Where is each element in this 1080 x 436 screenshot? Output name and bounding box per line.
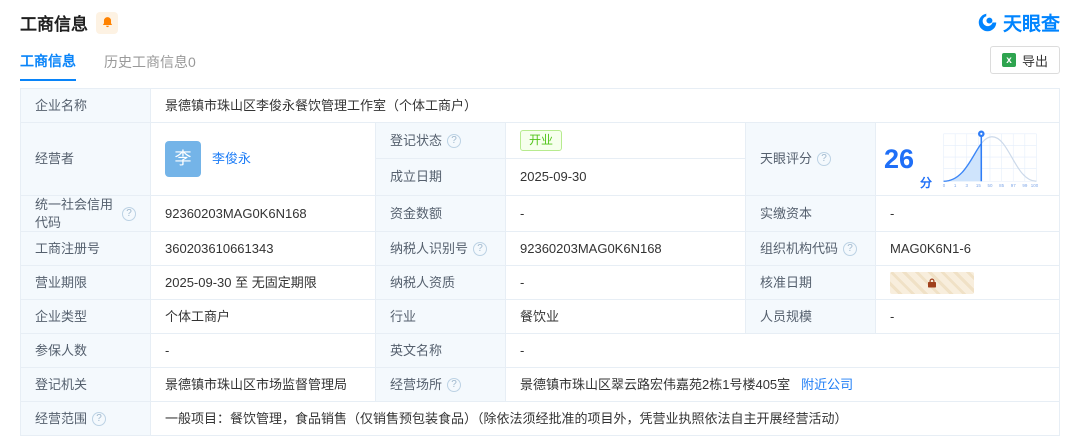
field-label-taxpayer-qualification: 纳税人资质 <box>376 266 506 300</box>
field-label-business-site: 经营场所 ? <box>376 368 506 402</box>
field-value-paid-capital: - <box>876 196 1060 232</box>
status-subtable: 登记状态 ? 开业 成立日期 2025-09-30 <box>376 123 746 196</box>
field-value-capital-amount: - <box>506 196 746 232</box>
svg-text:85: 85 <box>999 183 1004 188</box>
field-label-reg-number: 工商注册号 <box>21 232 151 266</box>
field-value-taxpayer-qualification: - <box>506 266 746 300</box>
field-value-reg-status: 开业 <box>506 123 745 159</box>
field-value-approval-date <box>876 266 1060 300</box>
field-value-staff-size: - <box>876 300 1060 334</box>
tab-business-info[interactable]: 工商信息 <box>20 41 76 81</box>
export-button-label: 导出 <box>1022 51 1048 70</box>
svg-text:97: 97 <box>1011 183 1016 188</box>
operator-name-link[interactable]: 李俊永 <box>212 150 251 168</box>
svg-text:1: 1 <box>954 183 957 188</box>
business-info-table: 企业名称 景德镇市珠山区李俊永餐饮管理工作室（个体工商户） 经营者 李 李俊永 … <box>20 88 1060 436</box>
status-badge: 开业 <box>520 130 562 150</box>
field-label-staff-size: 人员规模 <box>746 300 876 334</box>
operator-avatar[interactable]: 李 <box>165 141 201 177</box>
svg-text:15: 15 <box>976 183 981 188</box>
field-label-company-name: 企业名称 <box>21 89 151 123</box>
field-label-taxpayer-id: 纳税人识别号 ? <box>376 232 506 266</box>
help-icon[interactable]: ? <box>122 207 136 221</box>
field-value-operator: 李 李俊永 <box>151 123 376 196</box>
field-value-org-code: MAG0K6N1-6 <box>876 232 1060 266</box>
field-label-establish-date: 成立日期 <box>376 159 506 195</box>
locked-value[interactable] <box>890 272 974 294</box>
field-value-business-term: 2025-09-30 至 无固定期限 <box>151 266 376 300</box>
svg-text:100: 100 <box>1031 183 1039 188</box>
field-label-english-name: 英文名称 <box>376 334 506 368</box>
svg-text:0: 0 <box>943 183 946 188</box>
export-button[interactable]: x 导出 <box>990 46 1060 74</box>
field-value-credit-code: 92360203MAG0K6N168 <box>151 196 376 232</box>
help-icon[interactable]: ? <box>92 412 106 426</box>
field-value-reg-authority: 景德镇市珠山区市场监督管理局 <box>151 368 376 402</box>
svg-text:3: 3 <box>966 183 969 188</box>
field-label-business-scope: 经营范围 ? <box>21 402 151 436</box>
field-value-reg-number: 360203610661343 <box>151 232 376 266</box>
tianyancha-logo-text: 天眼查 <box>1003 9 1060 36</box>
field-value-taxpayer-id: 92360203MAG0K6N168 <box>506 232 746 266</box>
field-value-business-site: 景德镇市珠山区翠云路宏伟嘉苑2栋1号楼405室 附近公司 <box>506 368 1060 402</box>
field-value-establish-date: 2025-09-30 <box>506 159 745 195</box>
field-label-org-code: 组织机构代码 ? <box>746 232 876 266</box>
help-icon[interactable]: ? <box>473 242 487 256</box>
field-label-operator: 经营者 <box>21 123 151 196</box>
score-unit: 分 <box>920 175 932 191</box>
field-label-insured-count: 参保人数 <box>21 334 151 368</box>
tianyancha-logo-icon <box>977 12 998 33</box>
help-icon[interactable]: ? <box>447 378 461 392</box>
field-label-paid-capital: 实缴资本 <box>746 196 876 232</box>
score-distribution-chart: 0 1 3 15 50 85 97 99 100 <box>940 129 1040 189</box>
score-value: 26 <box>884 146 914 173</box>
monitor-bell-icon[interactable] <box>96 12 118 34</box>
help-icon[interactable]: ? <box>447 134 461 148</box>
field-label-reg-status: 登记状态 ? <box>376 123 506 159</box>
field-value-insured-count: - <box>151 334 376 368</box>
tab-history-business-info[interactable]: 历史工商信息0 <box>104 42 196 80</box>
svg-text:99: 99 <box>1022 183 1027 188</box>
page-title: 工商信息 <box>20 10 88 35</box>
tianyan-score-cell: 26 分 0 1 3 15 <box>876 123 1060 196</box>
field-label-approval-date: 核准日期 <box>746 266 876 300</box>
field-value-english-name: - <box>506 334 1060 368</box>
section-header: 工商信息 天眼查 <box>0 0 1080 36</box>
field-label-company-type: 企业类型 <box>21 300 151 334</box>
field-label-credit-code: 统一社会信用代码 ? <box>21 196 151 232</box>
excel-icon: x <box>1002 53 1016 67</box>
svg-text:50: 50 <box>988 183 993 188</box>
field-label-reg-authority: 登记机关 <box>21 368 151 402</box>
field-label-tianyan-score: 天眼评分 ? <box>746 123 876 196</box>
field-value-industry: 餐饮业 <box>506 300 746 334</box>
help-icon[interactable]: ? <box>843 242 857 256</box>
field-value-business-scope: 一般项目：餐饮管理，食品销售（仅销售预包装食品）（除依法须经批准的项目外，凭营业… <box>151 402 1060 436</box>
tianyancha-logo[interactable]: 天眼查 <box>977 9 1060 36</box>
field-label-business-term: 营业期限 <box>21 266 151 300</box>
help-icon[interactable]: ? <box>817 152 831 166</box>
field-value-company-name: 景德镇市珠山区李俊永餐饮管理工作室（个体工商户） <box>151 89 1060 123</box>
field-label-capital-amount: 资金数额 <box>376 196 506 232</box>
field-label-industry: 行业 <box>376 300 506 334</box>
tab-bar: 工商信息 历史工商信息0 x 导出 <box>20 40 1060 82</box>
field-value-company-type: 个体工商户 <box>151 300 376 334</box>
nearby-companies-link[interactable]: 附近公司 <box>801 376 853 394</box>
lock-icon <box>926 277 938 289</box>
